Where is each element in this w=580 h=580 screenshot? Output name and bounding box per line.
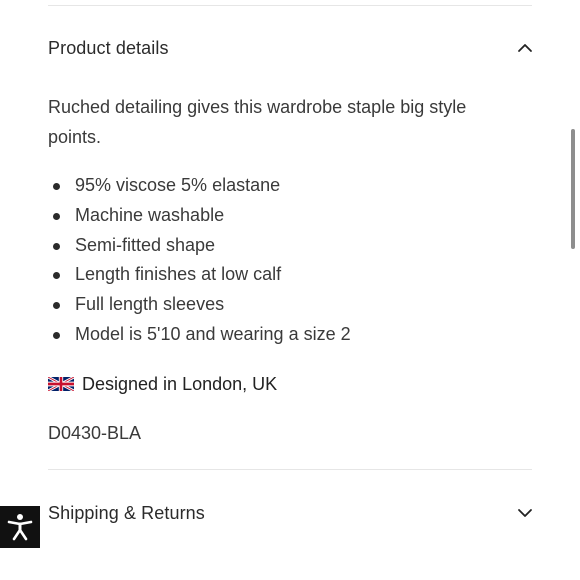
feature-item: Semi-fitted shape (48, 231, 351, 261)
product-details-header[interactable]: Product details (48, 33, 534, 63)
feature-item: Machine washable (48, 201, 351, 231)
product-info-panel: Product details Ruched detailing gives t… (0, 0, 580, 580)
shipping-returns-header[interactable]: Shipping & Returns (48, 498, 534, 528)
feature-item: Length finishes at low calf (48, 260, 351, 290)
product-description: Ruched detailing gives this wardrobe sta… (48, 97, 467, 147)
chevron-up-icon[interactable] (516, 39, 534, 57)
feature-item: Model is 5'10 and wearing a size 2 (48, 320, 351, 350)
bullet-dot (53, 212, 60, 220)
product-sku: D0430-BLA (48, 423, 142, 443)
accessibility-icon (7, 514, 33, 541)
bullet-dot (53, 331, 60, 339)
feature-text: Length finishes at low calf (75, 264, 282, 285)
feature-text: Machine washable (75, 204, 225, 225)
bullet-dot (53, 272, 60, 280)
top-divider (48, 5, 532, 6)
feature-text: 95% viscose 5% elastane (75, 175, 281, 195)
feature-item: Full length sleeves (48, 290, 351, 320)
shipping-returns-title: Shipping & Returns (48, 502, 205, 523)
designed-in-text: Designed in London, UK (82, 373, 278, 394)
feature-text: Model is 5'10 and wearing a size 2 (75, 323, 351, 344)
designed-in-origin: Designed in London, UK (48, 371, 277, 397)
product-features-list: 95% viscose 5% elastane Machine washable… (48, 171, 351, 350)
vertical-scrollbar[interactable] (571, 129, 575, 249)
bullet-dot (53, 183, 60, 190)
feature-text: Full length sleeves (75, 294, 225, 315)
section-divider (48, 469, 532, 470)
feature-text: Semi-fitted shape (75, 234, 216, 255)
uk-flag-icon (48, 377, 74, 391)
feature-item: 95% viscose 5% elastane (48, 171, 351, 201)
bullet-dot (53, 302, 60, 310)
chevron-down-icon[interactable] (516, 504, 534, 522)
bullet-dot (53, 242, 60, 250)
accessibility-button[interactable] (0, 506, 40, 548)
product-details-title: Product details (48, 37, 169, 58)
